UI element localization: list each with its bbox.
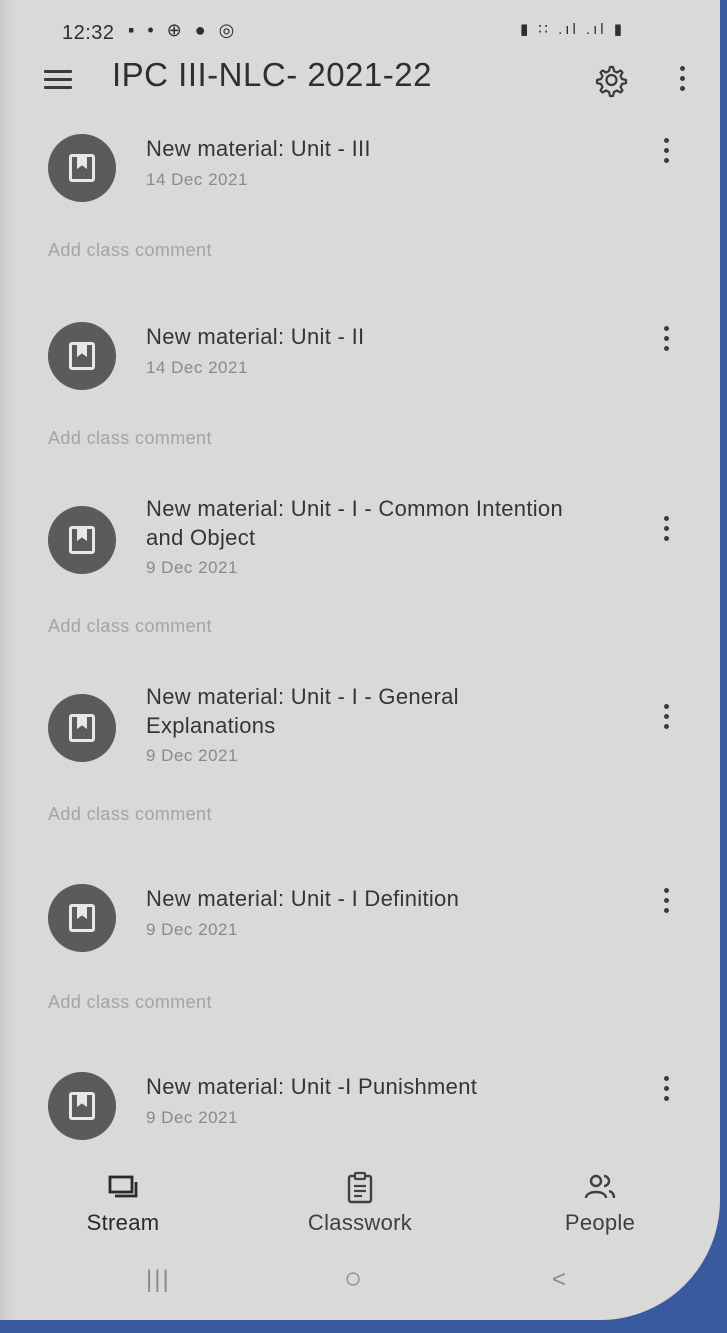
post-more-icon[interactable] <box>656 884 676 916</box>
home-button[interactable]: ○ <box>344 1262 362 1296</box>
post-date: 9 Dec 2021 <box>146 746 238 765</box>
phone-screen: 12:32 ▪ • ⊕ ● ◎ ▮ ∷ .ıl .ıl ▮ IPC III-NL… <box>0 0 720 1320</box>
post-title: New material: Unit - I Definition <box>146 886 460 911</box>
hamburger-icon[interactable] <box>44 70 72 90</box>
post-title: New material: Unit -I Punishment <box>146 1074 478 1099</box>
bottom-nav: Stream Classwork People <box>0 1170 720 1250</box>
system-nav-bar: ||| ○ < <box>0 1262 720 1302</box>
nav-people-label: People <box>564 1210 636 1235</box>
signal-battery-icons: ▮ ∷ .ıl .ıl ▮ <box>520 21 626 38</box>
nav-classwork[interactable]: Classwork <box>292 1170 428 1236</box>
nav-stream[interactable]: Stream <box>78 1170 168 1236</box>
material-icon <box>48 506 116 574</box>
more-vert-icon[interactable] <box>672 62 692 98</box>
people-icon <box>584 1174 616 1199</box>
add-class-comment[interactable]: Add class comment <box>48 804 212 825</box>
post-title: New material: Unit - I - General Explana… <box>146 684 459 738</box>
post-title: New material: Unit - I - Common Intentio… <box>146 496 563 550</box>
notification-icons: ▪ • ⊕ ● ◎ <box>128 20 239 40</box>
post-more-icon[interactable] <box>656 322 676 354</box>
status-bar: 12:32 ▪ • ⊕ ● ◎ ▮ ∷ .ıl .ıl ▮ <box>0 18 720 48</box>
post-date: 9 Dec 2021 <box>146 558 238 577</box>
nav-classwork-label: Classwork <box>307 1210 413 1235</box>
stream-icon <box>108 1175 138 1198</box>
post-more-icon[interactable] <box>656 512 676 544</box>
material-icon <box>48 694 116 762</box>
screen-edge <box>0 0 14 1320</box>
add-class-comment[interactable]: Add class comment <box>48 428 212 449</box>
recents-button[interactable]: ||| <box>146 1266 171 1294</box>
add-class-comment[interactable]: Add class comment <box>48 240 212 261</box>
post-title: New material: Unit - II <box>146 324 365 349</box>
app-bar: IPC III-NLC- 2021-22 <box>0 50 720 110</box>
nav-people[interactable]: People <box>552 1170 648 1236</box>
post-more-icon[interactable] <box>656 134 676 166</box>
post-title: New material: Unit - III <box>146 136 371 161</box>
gear-icon[interactable] <box>590 60 630 100</box>
add-class-comment[interactable]: Add class comment <box>48 616 212 637</box>
class-title: IPC III-NLC- 2021-22 <box>112 56 432 93</box>
post-date: 9 Dec 2021 <box>146 920 238 939</box>
nav-stream-label: Stream <box>86 1210 160 1235</box>
post-more-icon[interactable] <box>656 700 676 732</box>
post-more-icon[interactable] <box>656 1072 676 1104</box>
classwork-icon <box>347 1171 373 1204</box>
post-date: 14 Dec 2021 <box>146 358 248 377</box>
add-class-comment[interactable]: Add class comment <box>48 992 212 1013</box>
material-icon <box>48 1072 116 1140</box>
material-icon <box>48 134 116 202</box>
material-icon <box>48 322 116 390</box>
post-date: 9 Dec 2021 <box>146 1108 238 1127</box>
post-date: 14 Dec 2021 <box>146 170 248 189</box>
material-icon <box>48 884 116 952</box>
status-time: 12:32 <box>62 22 115 44</box>
back-button[interactable]: < <box>552 1266 566 1294</box>
